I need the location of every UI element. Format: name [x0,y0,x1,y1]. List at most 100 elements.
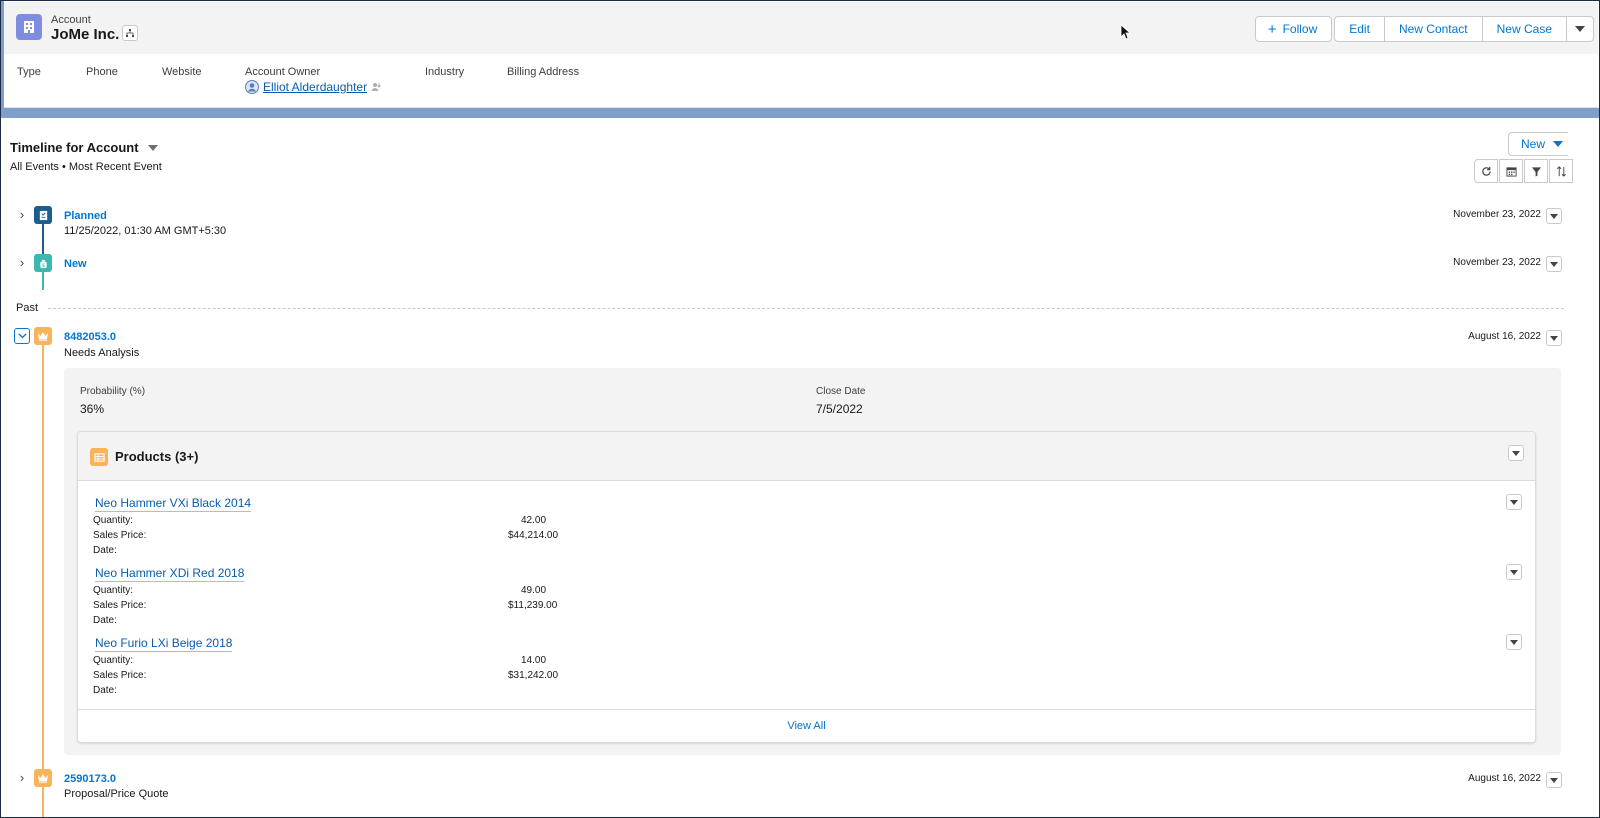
product-actions-button[interactable] [1506,494,1522,510]
date-label: Date: [93,615,117,626]
timeline-item-title[interactable]: 8482053.0 [64,331,116,343]
follow-button[interactable]: + Follow [1254,16,1333,42]
account-owner-label: Account Owner [245,66,321,78]
expand-chevron-right-icon[interactable]: › [15,255,29,270]
close-date-value: 7/5/2022 [816,402,863,416]
product-link[interactable]: Neo Furio LXi Beige 2018 [95,636,233,652]
products-title: Products (3+) [115,449,199,464]
record-header: Account JoMe Inc. + Follow Edit New Cont… [4,2,1598,108]
products-actions-button[interactable] [1508,445,1524,461]
svg-text:$: $ [41,263,45,269]
change-owner-icon[interactable] [370,81,382,93]
chevron-down-icon [1575,26,1585,32]
product-link[interactable]: Neo Hammer VXi Black 2014 [95,496,252,512]
new-contact-button[interactable]: New Contact [1384,16,1483,42]
hierarchy-icon[interactable] [122,25,138,41]
timeline-new-label: New [1521,137,1546,151]
quantity-label: Quantity: [93,585,134,596]
timeline-subtitle: All Events • Most Recent Event [10,161,162,173]
timeline-item-title[interactable]: Planned [64,210,107,222]
sales-price-label: Sales Price: [93,670,147,681]
type-label: Type [17,66,41,78]
filter-icon [1531,166,1541,177]
object-type-label: Account [51,14,91,26]
view-all-link[interactable]: View All [787,720,825,732]
chevron-down-icon [1553,141,1564,147]
timeline-connector [42,345,44,818]
product-actions-button[interactable] [1506,634,1522,650]
chevron-down-icon [1510,499,1518,505]
chevron-down-icon [1550,213,1558,219]
follow-label: Follow [1282,22,1318,36]
sales-price-value: $31,242.00 [508,670,559,681]
chevron-down-icon [1512,450,1520,456]
new-case-button[interactable]: New Case [1482,16,1567,42]
website-label: Website [162,66,202,78]
product-actions-button[interactable] [1506,564,1522,580]
plus-icon: + [1267,20,1277,38]
expand-chevron-right-icon[interactable]: › [15,770,29,785]
record-title: JoMe Inc. [51,26,120,43]
highlights-fields: Type Phone Website Account Owner Elliot … [4,66,1598,102]
more-actions-button[interactable] [1567,16,1594,42]
timeline-item-subtitle: Proposal/Price Quote [64,788,169,800]
chevron-down-icon [1550,777,1558,783]
quantity-value: 49.00 [521,585,547,596]
filter-button[interactable] [1524,159,1548,183]
timeline-connector [42,224,44,256]
chevron-down-icon [1550,261,1558,267]
account-owner-value: Elliot Alderdaughter [245,80,382,94]
collapse-chevron-down-icon[interactable] [14,328,30,344]
quantity-label: Quantity: [93,655,134,666]
close-date-label: Close Date [816,386,866,397]
industry-label: Industry [425,66,465,78]
date-label: Date: [93,685,117,696]
account-owner-link[interactable]: Elliot Alderdaughter [263,80,367,94]
mouse-cursor-icon [1120,24,1132,43]
probability-label: Probability (%) [80,386,146,397]
account-building-icon [16,14,42,40]
products-related-list: Products (3+) Neo Hammer VXi Black 2014 … [77,431,1536,743]
chevron-down-icon [1510,569,1518,575]
task-icon [34,206,52,224]
user-avatar-icon [245,80,259,94]
timeline-item-subtitle: 11/25/2022, 01:30 AM GMT+5:30 [64,225,227,237]
chevron-down-icon [1550,335,1558,341]
row-actions-button[interactable] [1546,256,1562,272]
sales-price-value: $44,214.00 [508,530,559,541]
row-actions-button[interactable] [1546,772,1562,788]
money-bag-icon: $ [34,254,52,272]
sort-icon [1556,165,1566,177]
timeline-toolbar [1473,159,1573,183]
chevron-down-icon [147,144,158,151]
timeline-item-date: August 16, 2022 [1468,331,1541,342]
products-icon [90,448,108,466]
refresh-button[interactable] [1474,159,1498,183]
timeline-item-date: November 23, 2022 [1453,209,1541,220]
expand-chevron-right-icon[interactable]: › [15,207,29,222]
quantity-value: 42.00 [521,515,547,526]
expanded-detail-panel: Probability (%) 36% Close Date 7/5/2022 … [64,368,1561,755]
quantity-value: 14.00 [521,655,547,666]
sort-button[interactable] [1549,159,1573,183]
products-footer: View All [78,709,1535,742]
timeline-item-title[interactable]: 2590173.0 [64,773,116,785]
timeline-new-button[interactable]: New [1508,132,1568,156]
timeline-title[interactable]: Timeline for Account [10,140,158,155]
timeline-title-text: Timeline for Account [10,140,139,155]
row-actions-button[interactable] [1546,208,1562,224]
opportunity-crown-icon [34,327,52,345]
date-range-button[interactable] [1499,159,1523,183]
product-link[interactable]: Neo Hammer XDi Red 2018 [95,566,245,582]
phone-label: Phone [86,66,118,78]
timeline-item-subtitle: Needs Analysis [64,347,140,359]
edit-button[interactable]: Edit [1334,16,1385,42]
quantity-label: Quantity: [93,515,134,526]
header-actions: + Follow Edit New Contact New Case [1254,16,1594,42]
record-header-top: Account JoMe Inc. + Follow Edit New Cont… [4,2,1598,54]
timeline-item-title[interactable]: New [64,258,87,270]
sales-price-value: $11,239.00 [508,600,558,611]
sales-price-label: Sales Price: [93,530,147,541]
row-actions-button[interactable] [1546,330,1562,346]
billing-address-label: Billing Address [507,66,580,78]
